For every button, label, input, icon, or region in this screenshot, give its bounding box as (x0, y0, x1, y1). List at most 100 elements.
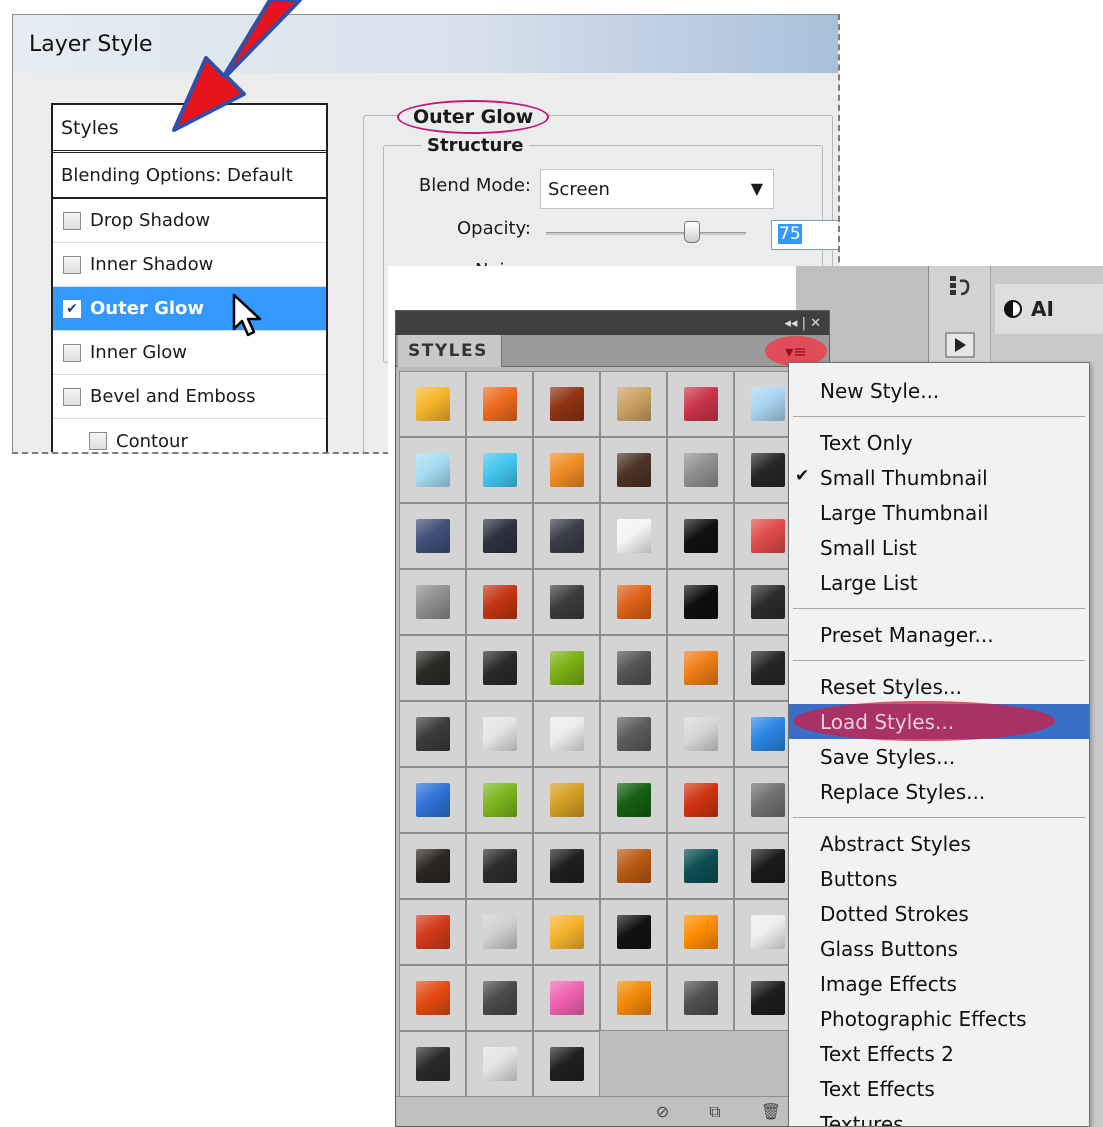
tab-styles[interactable]: STYLES (398, 335, 502, 367)
style-item-contour[interactable]: Contour (53, 419, 326, 452)
style-swatch[interactable] (466, 899, 533, 965)
menu-item-new-style[interactable]: New Style... (789, 373, 1089, 408)
menu-item-text-effects[interactable]: Text Effects (789, 1071, 1089, 1106)
style-swatch[interactable] (667, 701, 734, 767)
style-swatch[interactable] (600, 437, 667, 503)
menu-item-buttons[interactable]: Buttons (789, 861, 1089, 896)
style-swatch[interactable] (399, 767, 466, 833)
menu-item-dotted-strokes[interactable]: Dotted Strokes (789, 896, 1089, 931)
style-swatch[interactable] (667, 965, 734, 1031)
style-swatch[interactable] (466, 503, 533, 569)
style-swatch[interactable] (533, 569, 600, 635)
style-swatch[interactable] (466, 833, 533, 899)
style-swatch[interactable] (399, 899, 466, 965)
style-item-outer-glow[interactable]: ✔ Outer Glow (53, 287, 326, 331)
actions-play-icon[interactable] (945, 332, 975, 358)
style-swatch[interactable] (399, 437, 466, 503)
checkbox[interactable] (63, 387, 81, 406)
style-swatch[interactable] (533, 635, 600, 701)
style-item-inner-shadow[interactable]: Inner Shadow (53, 243, 326, 287)
style-swatch[interactable] (600, 503, 667, 569)
style-swatch[interactable] (466, 767, 533, 833)
menu-item-textures[interactable]: Textures (789, 1106, 1089, 1127)
menu-item-text-only[interactable]: Text Only (789, 425, 1089, 460)
opacity-slider-track[interactable] (546, 232, 746, 235)
menu-item-save-styles[interactable]: Save Styles... (789, 739, 1089, 774)
style-swatch[interactable] (667, 635, 734, 701)
style-item-inner-glow[interactable]: Inner Glow (53, 331, 326, 375)
checkbox[interactable] (89, 432, 107, 450)
menu-item-load-styles[interactable]: Load Styles... (789, 701, 1089, 741)
opacity-slider-thumb[interactable] (684, 221, 700, 243)
blending-options-item[interactable]: Blending Options: Default (53, 153, 326, 199)
style-swatch[interactable] (600, 371, 667, 437)
menu-item-replace-styles[interactable]: Replace Styles... (789, 774, 1089, 809)
style-swatch[interactable] (533, 371, 600, 437)
collapse-close-controls[interactable]: ◂◂ | ✕ (784, 316, 821, 331)
checkbox[interactable]: ✔ (63, 299, 81, 318)
style-swatch[interactable] (600, 767, 667, 833)
style-item-drop-shadow[interactable]: Drop Shadow (53, 199, 326, 243)
menu-item-text-effects-2[interactable]: Text Effects 2 (789, 1036, 1089, 1071)
checkbox[interactable] (63, 255, 81, 274)
style-swatch[interactable] (533, 437, 600, 503)
menu-item-large-thumbnail[interactable]: Large Thumbnail (789, 495, 1089, 530)
clear-style-icon[interactable]: ⊘ (656, 1102, 669, 1121)
menu-item-large-list[interactable]: Large List (789, 565, 1089, 600)
new-style-icon[interactable]: ⧉ (709, 1102, 720, 1122)
style-swatch[interactable] (533, 701, 600, 767)
style-swatch[interactable] (399, 503, 466, 569)
menu-item-small-list[interactable]: Small List (789, 530, 1089, 565)
style-swatch[interactable] (533, 503, 600, 569)
style-swatch[interactable] (399, 635, 466, 701)
menu-item-reset-styles[interactable]: Reset Styles... (789, 669, 1089, 704)
style-swatch[interactable] (600, 635, 667, 701)
style-swatch[interactable] (466, 965, 533, 1031)
checkbox[interactable] (63, 211, 81, 230)
menu-item-glass-buttons[interactable]: Glass Buttons (789, 931, 1089, 966)
style-swatch[interactable] (466, 635, 533, 701)
style-swatch[interactable] (667, 569, 734, 635)
style-swatch[interactable] (399, 833, 466, 899)
trash-icon[interactable]: 🗑 (761, 1102, 781, 1121)
style-swatch[interactable] (533, 833, 600, 899)
style-swatch[interactable] (600, 965, 667, 1031)
style-swatch[interactable] (600, 569, 667, 635)
style-swatch[interactable] (533, 965, 600, 1031)
style-swatch[interactable] (667, 371, 734, 437)
menu-item-abstract-styles[interactable]: Abstract Styles (789, 826, 1089, 861)
menu-item-preset-manager[interactable]: Preset Manager... (789, 617, 1089, 652)
menu-item-image-effects[interactable]: Image Effects (789, 966, 1089, 1001)
style-swatch[interactable] (466, 1031, 533, 1097)
style-swatch-preview (549, 915, 584, 949)
style-swatch[interactable] (399, 371, 466, 437)
style-swatch[interactable] (667, 437, 734, 503)
style-swatch[interactable] (399, 965, 466, 1031)
menu-item-photographic-effects[interactable]: Photographic Effects (789, 1001, 1089, 1036)
style-swatch[interactable] (667, 899, 734, 965)
style-swatch[interactable] (600, 899, 667, 965)
style-swatch[interactable] (600, 701, 667, 767)
style-swatch[interactable] (399, 569, 466, 635)
opacity-input[interactable]: 75 (771, 220, 838, 250)
menu-item-small-thumbnail[interactable]: ✔ Small Thumbnail (789, 460, 1089, 495)
style-swatch[interactable] (466, 437, 533, 503)
style-swatch[interactable] (399, 1031, 466, 1097)
style-swatch[interactable] (667, 503, 734, 569)
history-icon[interactable] (947, 274, 973, 300)
menu-separator (793, 608, 1085, 609)
adjustments-tab[interactable]: AI (995, 284, 1103, 334)
blend-mode-select[interactable]: Screen ▼ (540, 169, 774, 209)
style-swatch[interactable] (466, 371, 533, 437)
style-swatch[interactable] (466, 569, 533, 635)
style-swatch[interactable] (533, 899, 600, 965)
style-swatch[interactable] (667, 833, 734, 899)
checkbox[interactable] (63, 343, 81, 362)
style-swatch[interactable] (667, 767, 734, 833)
style-swatch[interactable] (533, 767, 600, 833)
style-swatch[interactable] (600, 833, 667, 899)
style-swatch[interactable] (533, 1031, 600, 1097)
style-swatch[interactable] (399, 701, 466, 767)
style-item-bevel-and-emboss[interactable]: Bevel and Emboss (53, 375, 326, 419)
style-swatch[interactable] (466, 701, 533, 767)
